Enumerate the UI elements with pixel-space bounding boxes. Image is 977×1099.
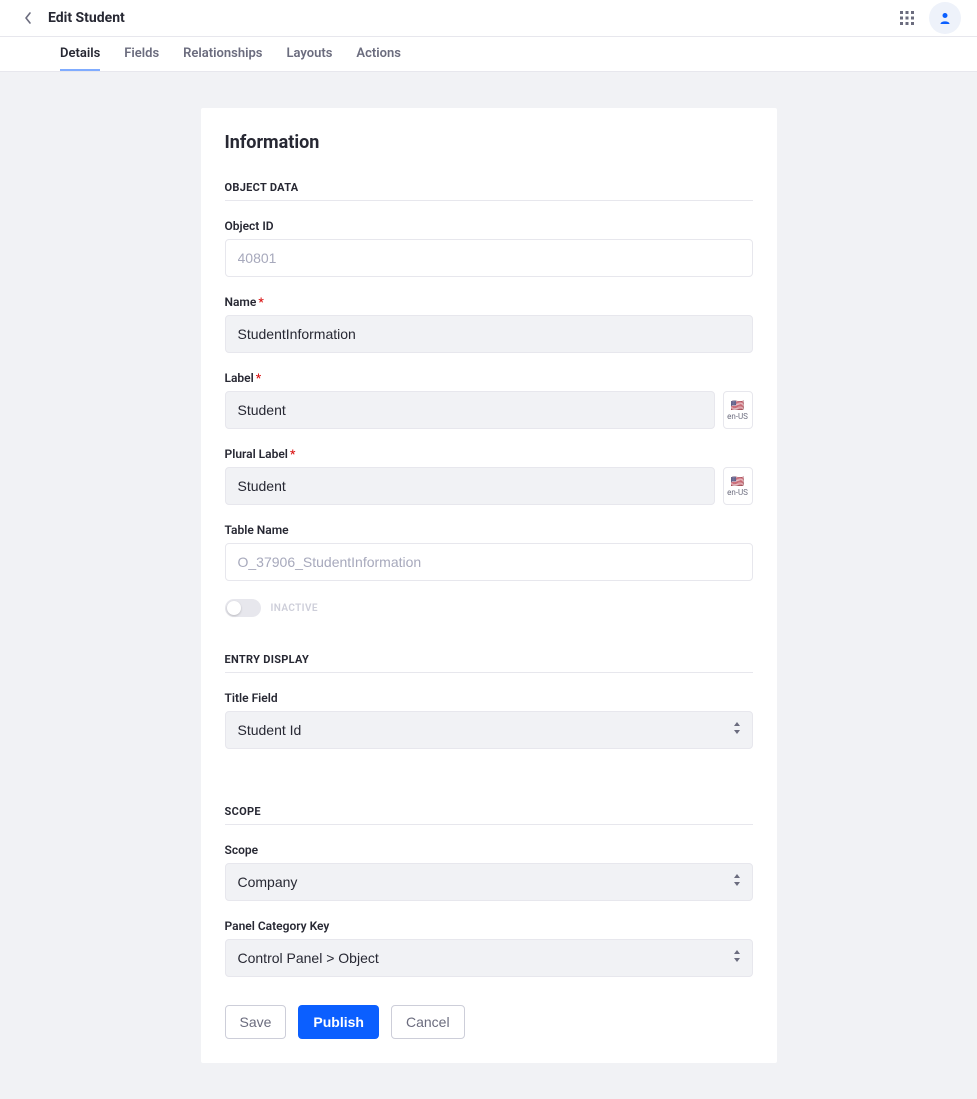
- label-label: Label*: [225, 371, 753, 385]
- title-field-select[interactable]: [225, 711, 753, 749]
- grid-icon: [900, 11, 914, 25]
- table-name-label: Table Name: [225, 523, 753, 537]
- label-locale-button[interactable]: 🇺🇸 en-US: [723, 391, 753, 429]
- name-input[interactable]: [225, 315, 753, 353]
- title-field-label: Title Field: [225, 691, 753, 705]
- plural-label-label: Plural Label*: [225, 447, 753, 461]
- panel-category-key-label: Panel Category Key: [225, 919, 753, 933]
- us-flag-icon: 🇺🇸: [731, 476, 745, 487]
- user-icon: [938, 11, 952, 25]
- label-input[interactable]: [225, 391, 715, 429]
- scope-label: Scope: [225, 843, 753, 857]
- plural-label-locale-text: en-US: [727, 488, 748, 497]
- back-button[interactable]: [16, 6, 40, 30]
- cancel-button[interactable]: Cancel: [391, 1005, 465, 1039]
- active-toggle-label: INACTIVE: [271, 603, 318, 614]
- name-label: Name*: [225, 295, 753, 309]
- plural-label-locale-button[interactable]: 🇺🇸 en-US: [723, 467, 753, 505]
- us-flag-icon: 🇺🇸: [731, 400, 745, 411]
- top-bar: Edit Student: [0, 0, 977, 37]
- table-name-input: [225, 543, 753, 581]
- tab-details[interactable]: Details: [60, 37, 100, 71]
- tab-actions[interactable]: Actions: [356, 37, 401, 71]
- information-card: Information OBJECT DATA Object ID Name* …: [201, 108, 777, 1063]
- card-title: Information: [225, 132, 753, 153]
- section-heading-scope: SCOPE: [225, 805, 753, 825]
- save-button[interactable]: Save: [225, 1005, 287, 1039]
- label-locale-text: en-US: [727, 412, 748, 421]
- tab-fields[interactable]: Fields: [124, 37, 159, 71]
- panel-category-key-select[interactable]: [225, 939, 753, 977]
- object-id-input: [225, 239, 753, 277]
- user-menu-button[interactable]: [929, 2, 961, 34]
- active-toggle[interactable]: [225, 599, 261, 617]
- tabs-nav: Details Fields Relationships Layouts Act…: [0, 37, 977, 72]
- section-heading-entry-display: ENTRY DISPLAY: [225, 653, 753, 673]
- page-title: Edit Student: [48, 10, 125, 26]
- object-id-label: Object ID: [225, 219, 753, 233]
- chevron-left-icon: [23, 11, 33, 25]
- plural-label-input[interactable]: [225, 467, 715, 505]
- tab-layouts[interactable]: Layouts: [286, 37, 332, 71]
- tab-relationships[interactable]: Relationships: [183, 37, 262, 71]
- section-heading-object-data: OBJECT DATA: [225, 181, 753, 201]
- apps-button[interactable]: [891, 2, 923, 34]
- publish-button[interactable]: Publish: [298, 1005, 379, 1039]
- scope-select[interactable]: [225, 863, 753, 901]
